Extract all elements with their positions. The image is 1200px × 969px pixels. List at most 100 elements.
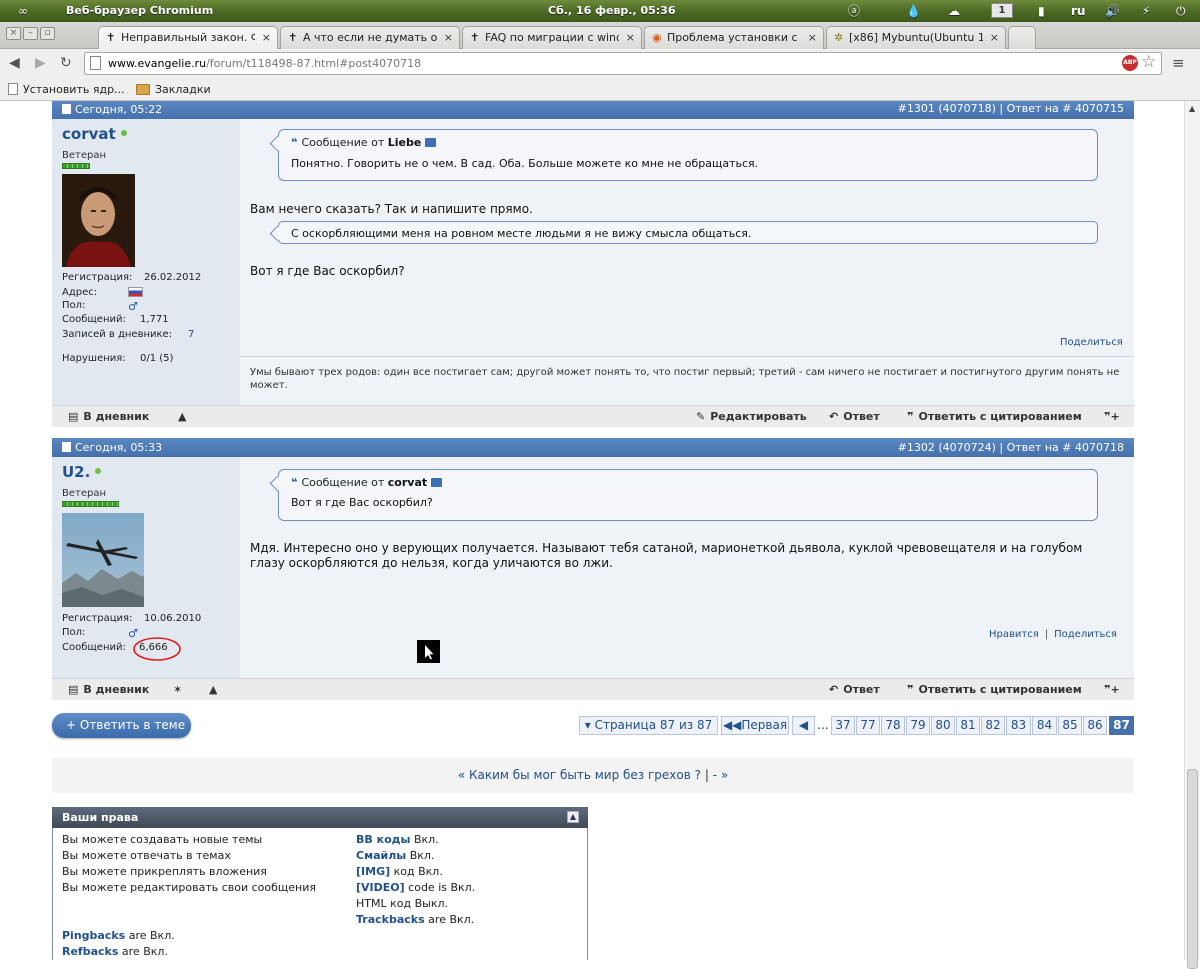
tab-close-icon[interactable]: × [990, 27, 999, 48]
tab-4[interactable]: ◉ Проблема установки с U × [644, 26, 824, 49]
page-jump-dropdown[interactable]: ▾ Страница 87 из 87 [579, 716, 718, 735]
minimize-window-icon[interactable]: – [23, 27, 38, 40]
permission-line: Вы можете создавать новые темы [62, 833, 263, 846]
page-link[interactable]: 86 [1083, 716, 1107, 735]
prev-thread-link[interactable]: « Каким бы мог быть мир без грехов ? [458, 768, 701, 782]
cloud-icon[interactable]: ☁ [948, 3, 960, 19]
adblock-icon[interactable]: ABP [1122, 55, 1138, 71]
stat-address: Адрес: [62, 287, 143, 298]
post-number[interactable]: #1301 (4070718) | Ответ на # 4070715 [898, 102, 1124, 115]
next-thread-link[interactable]: - » [713, 768, 729, 782]
quote-author[interactable]: corvat [388, 476, 427, 489]
reply-with-quote-button[interactable]: ❞ Ответить с цитированием [907, 683, 1082, 696]
maximize-window-icon[interactable]: ▫ [40, 27, 55, 40]
network-icon[interactable]: ⚡ [1142, 3, 1150, 19]
page-scrollbar[interactable]: ▲ [1184, 101, 1200, 969]
scrollbar-thumb[interactable] [1187, 769, 1198, 969]
page-link[interactable]: 85 [1058, 716, 1082, 735]
close-window-icon[interactable]: × [6, 27, 21, 40]
collapse-icon[interactable]: ▲ [567, 811, 579, 823]
reply-button[interactable]: ↶ Ответ [829, 410, 880, 423]
new-tab-button[interactable] [1008, 26, 1036, 49]
diary-button[interactable]: ▤ В дневник [68, 410, 149, 423]
ubuntu-icon: ◉ [652, 31, 662, 44]
forward-arrow-icon[interactable]: ▶ [35, 55, 46, 71]
diary-count-link[interactable]: 7 [188, 329, 194, 340]
report-icon[interactable]: ▲ [178, 410, 186, 423]
reload-icon[interactable]: ↻ [60, 55, 72, 71]
report-icon[interactable]: ▲ [209, 683, 217, 696]
page-link[interactable]: 80 [931, 716, 955, 735]
tab-2[interactable]: ✝ А что если не думать о Б × [280, 26, 460, 49]
page-icon [90, 56, 101, 70]
diary-button[interactable]: ▤ В дневник [68, 683, 149, 696]
like-link[interactable]: Нравится [989, 629, 1039, 640]
bookmark-folder[interactable]: Закладки [136, 83, 211, 96]
volume-icon[interactable]: 🔊 [1105, 3, 1120, 19]
username[interactable]: corvat [62, 125, 127, 143]
wrench-menu-icon[interactable]: ≡ [1172, 54, 1185, 72]
view-post-icon[interactable] [431, 478, 443, 487]
page-link[interactable]: 78 [881, 716, 905, 735]
multiquote-icon[interactable]: ❞+ [1104, 683, 1120, 696]
reply-in-thread-button[interactable]: + Ответить в теме [52, 713, 191, 738]
workspace-badge[interactable]: 1 [991, 3, 1013, 18]
post-number[interactable]: #1302 (4070724) | Ответ на # 4070718 [898, 441, 1124, 454]
view-post-icon[interactable] [425, 138, 437, 147]
clock[interactable]: Сб., 16 февр., 05:36 [548, 4, 676, 17]
page-link[interactable]: 84 [1032, 716, 1057, 735]
tab-close-icon[interactable]: × [444, 27, 453, 48]
tab-5[interactable]: ✲ [x86] Mybuntu(Ubuntu 12 × [826, 26, 1006, 49]
diary-icon: ▤ [68, 410, 79, 423]
avatar[interactable] [62, 513, 144, 607]
refbacks-link[interactable]: Refbacks [62, 945, 118, 958]
page-link[interactable]: 81 [956, 716, 980, 735]
reply-with-quote-button[interactable]: ❞ Ответить с цитированием [907, 410, 1082, 423]
reply-button[interactable]: ↶ Ответ [829, 683, 880, 696]
window-controls: × – ▫ [6, 27, 55, 40]
address-bar[interactable]: www.evangelie.ru/forum/t118498-87.html#p… [84, 52, 1162, 75]
quote-block: ❝ Сообщение от corvat Вот я где Вас оскор… [278, 469, 1098, 521]
pingbacks-link[interactable]: Pingbacks [62, 929, 125, 942]
battery-icon[interactable]: ▮ [1038, 3, 1045, 19]
page-link[interactable]: 77 [856, 716, 880, 735]
share-link[interactable]: Поделиться [1054, 629, 1117, 640]
post-footer: ▤ В дневник ▲ ✎ Редактировать ↶ Ответ ❞ Отве… [52, 405, 1134, 427]
first-page-link[interactable]: ◀◀Первая [721, 716, 789, 735]
tab-close-icon[interactable]: × [626, 27, 635, 48]
unity-logo-icon[interactable]: ∞ [18, 3, 28, 19]
page-link[interactable]: 83 [1006, 716, 1031, 735]
page-link[interactable]: 79 [906, 716, 930, 735]
multiquote-icon[interactable]: ❞+ [1104, 410, 1120, 423]
video-code-link[interactable]: [VIDEO] [356, 881, 405, 894]
bookmark-star-icon[interactable]: ☆ [1141, 52, 1156, 72]
tab-close-icon[interactable]: × [808, 27, 817, 48]
quote-author[interactable]: Liebe [388, 136, 422, 149]
status-a-icon[interactable]: ⓐ [848, 3, 860, 19]
url-text[interactable]: www.evangelie.ru/forum/t118498-87.html#p… [108, 57, 421, 70]
edit-button[interactable]: ✎ Редактировать [696, 410, 807, 423]
cross-icon: ✝ [470, 31, 480, 44]
bookmark-item[interactable]: Установить ядр... [8, 83, 125, 96]
bb-codes-link[interactable]: BB коды [356, 833, 410, 846]
tab-close-icon[interactable]: × [262, 27, 271, 48]
back-arrow-icon[interactable]: ◀ [9, 55, 20, 71]
tab-3[interactable]: ✝ FAQ по миграции с windo × [462, 26, 642, 49]
username[interactable]: U2. [62, 463, 102, 481]
power-icon[interactable]: ⏻ [1176, 3, 1186, 19]
prev-page-link[interactable]: ◀ [792, 716, 815, 735]
page-link[interactable]: 82 [981, 716, 1005, 735]
avatar[interactable] [62, 174, 135, 267]
drop-icon[interactable]: 💧 [906, 3, 921, 19]
post-text: Мдя. Интересно оно у верующих получается… [250, 541, 1083, 570]
trackbacks-link[interactable]: Trackbacks [356, 913, 425, 926]
inline-quote: С оскорбляющими меня на ровном месте люд… [278, 221, 1098, 244]
page-link[interactable]: 37 [831, 716, 855, 735]
keyboard-layout[interactable]: ru [1071, 3, 1085, 19]
img-code-link[interactable]: [IMG] [356, 865, 390, 878]
share-link[interactable]: Поделиться [1060, 337, 1123, 348]
smilies-link[interactable]: Смайлы [356, 849, 406, 862]
scroll-up-icon[interactable]: ▲ [1189, 104, 1195, 113]
tab-1[interactable]: ✝ Неправильный закон. Фар × [98, 26, 278, 49]
reputation-icon[interactable]: ✶ [173, 683, 182, 696]
